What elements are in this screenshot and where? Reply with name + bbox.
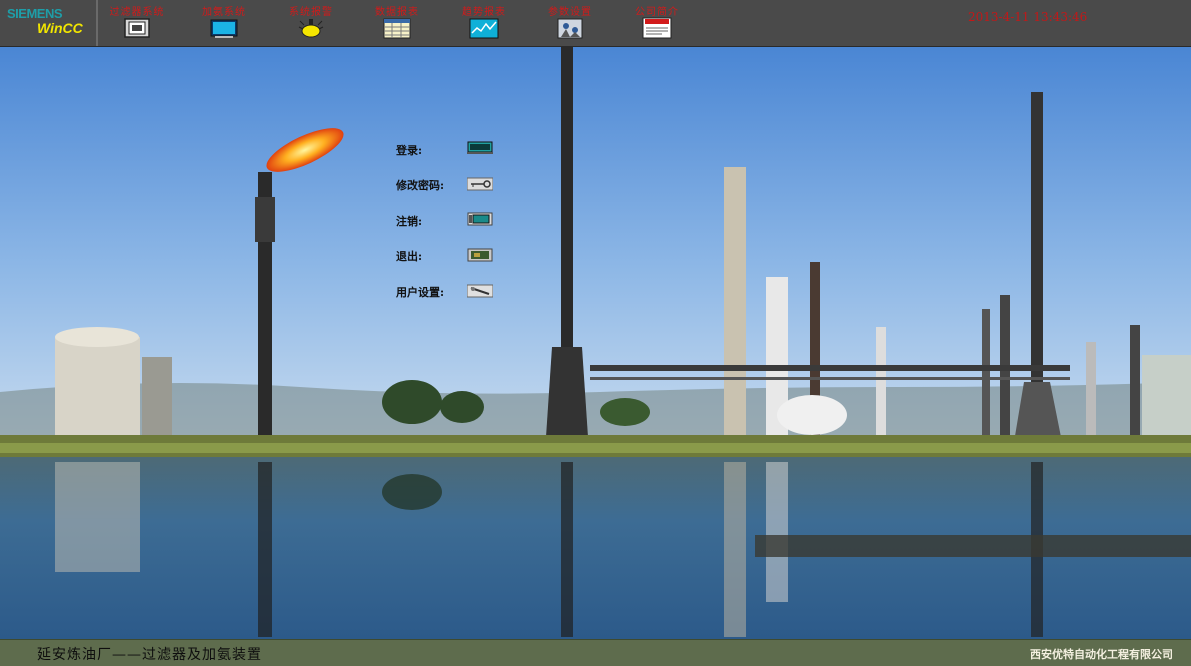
- user-settings-icon[interactable]: [467, 284, 493, 298]
- nav-ammonia-system-label: 加氨系统: [202, 7, 246, 18]
- ammonia-system-icon: [210, 19, 238, 38]
- nav-trend-report[interactable]: 趋势报表: [444, 0, 524, 46]
- nav-filter-system-label: 过滤器系统: [109, 7, 165, 18]
- alarm-bulb-icon: [298, 19, 324, 38]
- brand-logo: SIEMENS WinCC: [0, 0, 98, 46]
- nav-system-alarm-label: 系统报警: [289, 7, 333, 18]
- plant-title: 延安炼油厂——过滤器及加氨装置: [37, 647, 262, 663]
- nav-parameter-settings[interactable]: 参数设置: [530, 0, 610, 46]
- trend-chart-icon: [469, 18, 499, 39]
- top-toolbar: SIEMENS WinCC 过滤器系统 加氨系统 系统报警 数据报表 趋势报表 …: [0, 0, 1191, 47]
- wincc-logo: WinCC: [37, 20, 83, 36]
- filter-system-icon: [124, 18, 150, 38]
- siemens-logo: SIEMENS: [7, 6, 63, 21]
- nav-data-report-label: 数据报表: [375, 7, 419, 18]
- nav-parameter-settings-label: 参数设置: [548, 7, 592, 18]
- nav-ammonia-system[interactable]: 加氨系统: [184, 0, 264, 46]
- login-label: 登录:: [396, 144, 423, 157]
- refinery-scene-image: [0, 47, 1191, 639]
- company-name: 西安优特自动化工程有限公司: [1030, 648, 1173, 661]
- nav-company-profile-label: 公司简介: [635, 7, 679, 18]
- notice-icon: [642, 17, 672, 39]
- logout-icon[interactable]: [467, 212, 493, 226]
- current-datetime: 2013-4-11 13:43:46: [968, 10, 1088, 24]
- status-footer: 延安炼油厂——过滤器及加氨装置 西安优特自动化工程有限公司: [0, 639, 1191, 666]
- refinery-background: [0, 47, 1191, 639]
- change-password-label: 修改密码:: [396, 179, 445, 192]
- data-report-icon: [383, 18, 411, 39]
- nav-system-alarm[interactable]: 系统报警: [271, 0, 351, 46]
- nav-data-report[interactable]: 数据报表: [357, 0, 437, 46]
- exit-label: 退出:: [396, 250, 423, 263]
- user-settings-label: 用户设置:: [396, 286, 445, 299]
- exit-icon[interactable]: [467, 248, 493, 262]
- key-icon[interactable]: [467, 177, 493, 191]
- nav-company-profile[interactable]: 公司简介: [617, 0, 697, 46]
- parameter-settings-icon: [557, 18, 583, 39]
- login-icon[interactable]: [467, 141, 493, 155]
- nav-trend-report-label: 趋势报表: [462, 7, 506, 18]
- nav-filter-system[interactable]: 过滤器系统: [97, 0, 177, 46]
- logout-label: 注销:: [396, 215, 423, 228]
